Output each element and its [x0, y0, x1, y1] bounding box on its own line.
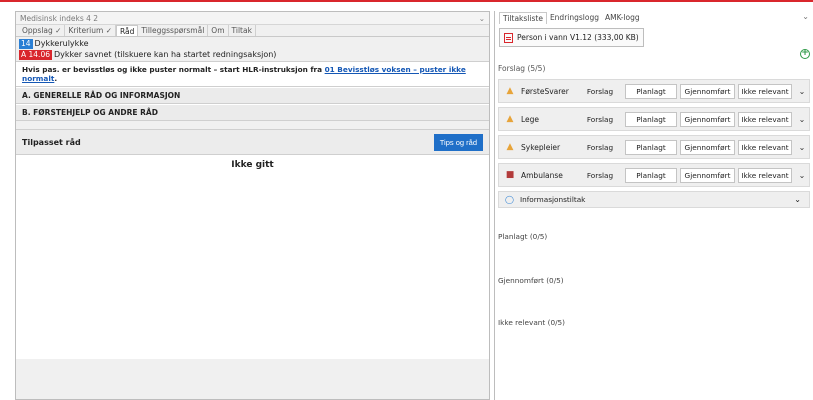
chevron-down-icon[interactable]: ⌄	[479, 14, 485, 23]
file-attachment-button[interactable]: Person i vann V1.12 (333,00 KB)	[499, 28, 644, 47]
criterion-code-label: Dykker savnet (tilskuere kan ha startet …	[54, 50, 277, 59]
gjennomfort-button[interactable]: Gjennomført	[680, 139, 735, 155]
tab-oppslag[interactable]: Oppslag ✓	[19, 25, 66, 36]
status-planlagt: Planlagt (0/5)	[498, 232, 548, 241]
ikke-relevant-button[interactable]: Ikke relevant	[738, 167, 792, 183]
index-code-badge: 14	[19, 38, 33, 49]
chevron-down-icon[interactable]: ⌄	[797, 87, 807, 96]
warning-text: Hvis pas. er bevisstløs og ikke puster n…	[22, 65, 323, 74]
info-measures-row[interactable]: ◯ Informasjonstiltak ⌄	[498, 191, 810, 208]
status-ikke-relevant: Ikke relevant (0/5)	[498, 318, 566, 327]
tag-icon: ◯	[505, 195, 514, 204]
role-name: FørsteSvarer	[521, 86, 569, 96]
forslag-label: Forslag (5/5)	[498, 64, 546, 73]
planlagt-button[interactable]: Planlagt	[625, 139, 677, 155]
tab-amk-logg[interactable]: AMK-logg	[602, 13, 643, 22]
planlagt-button[interactable]: Planlagt	[625, 111, 677, 127]
planlagt-button[interactable]: Planlagt	[625, 83, 677, 99]
index-code-label: Dykkerulykke	[34, 39, 89, 48]
status-gjennomfort: Gjennomført (0/5)	[498, 276, 564, 285]
code-info: 14 Dykkerulykke A 14.06 Dykker savnet (t…	[16, 37, 489, 61]
forslag-button[interactable]: Forslag	[578, 168, 622, 183]
info-label: Informasjonstiltak	[519, 195, 586, 204]
custom-advice-header: Tilpasset råd Tips og råd	[16, 130, 489, 155]
file-name: Person i vann V1.12 (333,00 KB)	[517, 33, 639, 42]
chevron-down-icon[interactable]: ⌄	[797, 171, 807, 180]
role-row-ambulanse: ■ Ambulanse Forslag Planlagt Gjennomført…	[498, 163, 810, 187]
forslag-button[interactable]: Forslag	[578, 140, 622, 155]
gjennomfort-button[interactable]: Gjennomført	[680, 167, 735, 183]
role-row-forstesvarer: ▲ FørsteSvarer Forslag Planlagt Gjennomf…	[498, 79, 810, 103]
measures-panel: Tiltaksliste Endringslogg AMK-logg ⌄ Per…	[494, 11, 813, 400]
chevron-down-icon[interactable]: ⌄	[794, 195, 801, 204]
custom-advice-box: Tilpasset råd Tips og råd Ikke gitt	[16, 129, 489, 359]
forslag-header: + Forslag (5/5)	[495, 47, 813, 75]
tab-tilleggssporsmal[interactable]: Tilleggsspørsmål	[138, 25, 209, 36]
tab-om[interactable]: Om	[208, 25, 229, 36]
tab-tiltaksliste[interactable]: Tiltaksliste	[499, 11, 547, 24]
chevron-down-icon[interactable]: ⌄	[797, 143, 807, 152]
person-icon: ▲	[506, 142, 514, 152]
add-icon[interactable]: +	[800, 49, 810, 59]
gjennomfort-button[interactable]: Gjennomført	[680, 83, 735, 99]
chevron-down-icon[interactable]: ⌄	[802, 12, 809, 21]
pdf-file-icon	[504, 32, 513, 43]
chevron-down-icon[interactable]: ⌄	[797, 115, 807, 124]
tab-rad[interactable]: Råd	[116, 25, 139, 36]
index-tabs: Oppslag ✓ Kriterium ✓ Råd Tilleggsspørsm…	[16, 25, 489, 37]
person-icon: ▲	[506, 86, 514, 96]
measures-tabs: Tiltaksliste Endringslogg AMK-logg ⌄	[495, 11, 813, 24]
hlr-warning: Hvis pas. er bevisstløs og ikke puster n…	[16, 61, 489, 87]
warning-tail: .	[54, 74, 58, 83]
tab-tiltak[interactable]: Tiltak	[229, 25, 256, 36]
role-row-sykepleier: ▲ Sykepleier Forslag Planlagt Gjennomfør…	[498, 135, 810, 159]
criterion-code-badge: A 14.06	[19, 49, 52, 60]
forslag-button[interactable]: Forslag	[578, 112, 622, 127]
criterion-code-row: A 14.06 Dykker savnet (tilskuere kan ha …	[19, 49, 485, 60]
ikke-relevant-button[interactable]: Ikke relevant	[738, 111, 792, 127]
role-row-lege: ▲ Lege Forslag Planlagt Gjennomført Ikke…	[498, 107, 810, 131]
role-name: Ambulanse	[521, 170, 563, 180]
advice-empty-text: Ikke gitt	[231, 160, 274, 170]
top-accent-bar	[0, 0, 813, 2]
forslag-button[interactable]: Forslag	[578, 84, 622, 99]
medical-index-panel: Medisinsk indeks 4 2 ⌄ Oppslag ✓ Kriteri…	[15, 11, 490, 400]
ambulance-icon: ■	[505, 170, 515, 180]
custom-advice-title: Tilpasset råd	[22, 137, 81, 147]
index-code-row: 14 Dykkerulykke	[19, 38, 485, 49]
panel-title-bar: Medisinsk indeks 4 2 ⌄	[16, 12, 489, 25]
person-icon: ▲	[506, 114, 514, 124]
gjennomfort-button[interactable]: Gjennomført	[680, 111, 735, 127]
role-name: Lege	[521, 114, 540, 124]
tips-button[interactable]: Tips og råd	[433, 133, 483, 151]
section-first-aid[interactable]: B. FØRSTEHJELP OG ANDRE RÅD	[16, 104, 489, 121]
section-general-advice[interactable]: A. GENERELLE RÅD OG INFORMASJON	[16, 87, 489, 104]
panel-title: Medisinsk indeks 4 2	[20, 13, 99, 23]
tab-kriterium[interactable]: Kriterium ✓	[65, 25, 116, 36]
tab-endringslogg[interactable]: Endringslogg	[547, 13, 602, 22]
role-name: Sykepleier	[521, 142, 561, 152]
ikke-relevant-button[interactable]: Ikke relevant	[738, 139, 792, 155]
ikke-relevant-button[interactable]: Ikke relevant	[738, 83, 792, 99]
planlagt-button[interactable]: Planlagt	[625, 167, 677, 183]
